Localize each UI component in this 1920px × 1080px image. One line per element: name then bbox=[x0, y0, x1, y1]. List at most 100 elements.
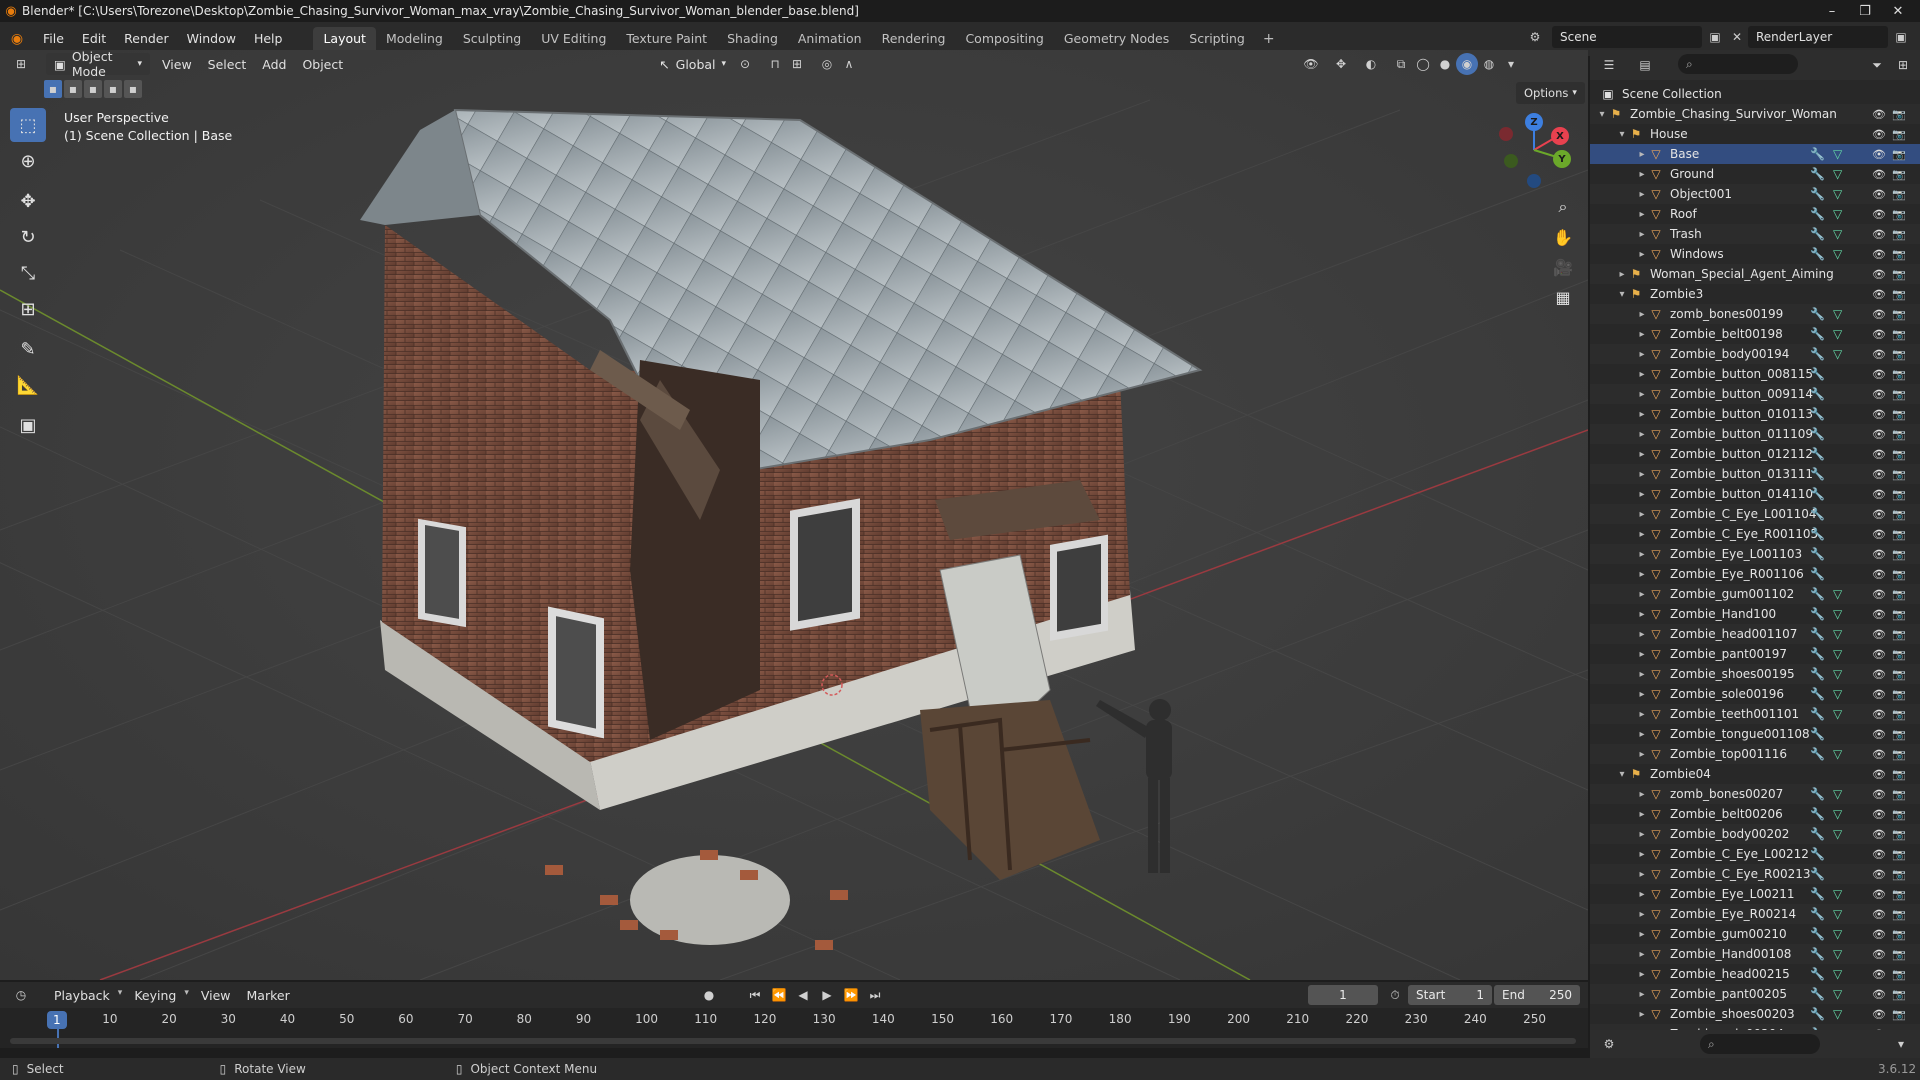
render-camera-icon[interactable]: 📷 bbox=[1892, 228, 1906, 241]
expand-right-icon[interactable]: ▸ bbox=[1636, 749, 1648, 760]
outliner-row[interactable]: ▸ ▽ Zombie_head001107 🔧 ▽ 👁 📷 bbox=[1590, 624, 1920, 644]
timeline-editor-type-icon[interactable]: ◷ bbox=[10, 984, 32, 1006]
tab-sculpting[interactable]: Sculpting bbox=[453, 27, 531, 51]
render-camera-icon[interactable]: 📷 bbox=[1892, 1008, 1906, 1021]
visibility-eye-icon[interactable]: 👁 bbox=[1872, 408, 1886, 421]
select-intersect-icon[interactable]: ▪ bbox=[124, 80, 142, 98]
visibility-eye-icon[interactable]: 👁 bbox=[1872, 428, 1886, 441]
expand-right-icon[interactable]: ▸ bbox=[1636, 349, 1648, 360]
modifier-wrench-icon[interactable]: 🔧 bbox=[1810, 687, 1825, 701]
outliner-row[interactable]: ▸ ▽ Zombie_gum00210 🔧 ▽ 👁 📷 bbox=[1590, 924, 1920, 944]
mesh-data-icon[interactable]: ▽ bbox=[1833, 887, 1842, 901]
expand-right-icon[interactable]: ▸ bbox=[1636, 329, 1648, 340]
mesh-data-icon[interactable]: ▽ bbox=[1833, 187, 1842, 201]
prev-keyframe-icon[interactable]: ⏪ bbox=[768, 984, 790, 1006]
expand-right-icon[interactable]: ▸ bbox=[1636, 969, 1648, 980]
expand-right-icon[interactable]: ▸ bbox=[1636, 889, 1648, 900]
tab-texture-paint[interactable]: Texture Paint bbox=[616, 27, 717, 51]
modifier-wrench-icon[interactable]: 🔧 bbox=[1810, 787, 1825, 801]
perspective-grid-icon[interactable]: ▦ bbox=[1550, 284, 1576, 310]
outliner-row[interactable]: ▾ ⚑ House 👁 📷 bbox=[1590, 124, 1920, 144]
visibility-eye-icon[interactable]: 👁 bbox=[1872, 368, 1886, 381]
play-reverse-icon[interactable]: ◀ bbox=[792, 984, 814, 1006]
modifier-wrench-icon[interactable]: 🔧 bbox=[1810, 407, 1825, 421]
render-camera-icon[interactable]: 📷 bbox=[1892, 928, 1906, 941]
outliner-row[interactable]: ▸ ▽ Zombie_C_Eye_L001104 🔧 👁 📷 bbox=[1590, 504, 1920, 524]
shading-solid-icon[interactable]: ● bbox=[1434, 53, 1456, 75]
expand-right-icon[interactable]: ▸ bbox=[1636, 849, 1648, 860]
outliner-row[interactable]: ▸ ▽ Zombie_button_013111 🔧 👁 📷 bbox=[1590, 464, 1920, 484]
expand-right-icon[interactable]: ▸ bbox=[1636, 569, 1648, 580]
select-invert-icon[interactable]: ▪ bbox=[104, 80, 122, 98]
mesh-data-icon[interactable]: ▽ bbox=[1833, 807, 1842, 821]
expand-right-icon[interactable]: ▸ bbox=[1636, 169, 1648, 180]
render-camera-icon[interactable]: 📷 bbox=[1892, 868, 1906, 881]
render-camera-icon[interactable]: 📷 bbox=[1892, 948, 1906, 961]
outliner-row[interactable]: ▸ ▽ Zombie_belt00198 🔧 ▽ 👁 📷 bbox=[1590, 324, 1920, 344]
modifier-wrench-icon[interactable]: 🔧 bbox=[1810, 667, 1825, 681]
modifier-wrench-icon[interactable]: 🔧 bbox=[1810, 527, 1825, 541]
expand-right-icon[interactable]: ▸ bbox=[1636, 829, 1648, 840]
expand-right-icon[interactable]: ▸ bbox=[1636, 409, 1648, 420]
render-camera-icon[interactable]: 📷 bbox=[1892, 128, 1906, 141]
visibility-eye-icon[interactable]: 👁 bbox=[1872, 208, 1886, 221]
render-camera-icon[interactable]: 📷 bbox=[1892, 788, 1906, 801]
outliner-row[interactable]: ▸ ▽ zomb_bones00207 🔧 ▽ 👁 📷 bbox=[1590, 784, 1920, 804]
outliner-row[interactable]: ▸ ▽ Trash 🔧 ▽ 👁 📷 bbox=[1590, 224, 1920, 244]
outliner-row[interactable]: ▸ ▽ Zombie_body00194 🔧 ▽ 👁 📷 bbox=[1590, 344, 1920, 364]
mesh-data-icon[interactable]: ▽ bbox=[1833, 787, 1842, 801]
stopwatch-icon[interactable]: ⏱ bbox=[1384, 984, 1406, 1006]
chevron-down-icon[interactable]: ▾ bbox=[1890, 1033, 1912, 1055]
outliner-row[interactable]: ▸ ▽ Base 🔧 ▽ 👁 📷 bbox=[1590, 144, 1920, 164]
render-camera-icon[interactable]: 📷 bbox=[1892, 168, 1906, 181]
mesh-data-icon[interactable]: ▽ bbox=[1833, 707, 1842, 721]
expand-right-icon[interactable]: ▸ bbox=[1636, 529, 1648, 540]
expand-right-icon[interactable]: ▸ bbox=[1616, 269, 1628, 280]
outliner-row[interactable]: ▸ ▽ Ground 🔧 ▽ 👁 📷 bbox=[1590, 164, 1920, 184]
overlays-icon[interactable]: ◐ bbox=[1360, 53, 1382, 75]
outliner-row[interactable]: ▸ ⚑ Woman_Special_Agent_Aiming 👁 📷 bbox=[1590, 264, 1920, 284]
visibility-eye-icon[interactable]: 👁 bbox=[1872, 548, 1886, 561]
render-camera-icon[interactable]: 📷 bbox=[1892, 888, 1906, 901]
gizmo-neg-z-icon[interactable] bbox=[1527, 174, 1541, 188]
render-camera-icon[interactable]: 📷 bbox=[1892, 968, 1906, 981]
rotate-tool-icon[interactable]: ↻ bbox=[10, 220, 46, 254]
expand-right-icon[interactable]: ▸ bbox=[1636, 869, 1648, 880]
modifier-wrench-icon[interactable]: 🔧 bbox=[1810, 867, 1825, 881]
expand-right-icon[interactable]: ▸ bbox=[1636, 649, 1648, 660]
visibility-eye-icon[interactable]: 👁 bbox=[1872, 268, 1886, 281]
expand-right-icon[interactable]: ▸ bbox=[1636, 469, 1648, 480]
outliner-row[interactable]: ▸ ▽ Zombie_Hand00108 🔧 ▽ 👁 📷 bbox=[1590, 944, 1920, 964]
add-cube-tool-icon[interactable]: ▣ bbox=[10, 408, 46, 442]
timeline-ruler[interactable]: 1 10 20 30 40 50 60 70 80 90 100 110 120 130 140 150 16… bbox=[0, 1008, 1588, 1048]
expand-right-icon[interactable]: ▸ bbox=[1636, 549, 1648, 560]
render-camera-icon[interactable]: 📷 bbox=[1892, 808, 1906, 821]
render-camera-icon[interactable]: 📷 bbox=[1892, 848, 1906, 861]
mesh-data-icon[interactable]: ▽ bbox=[1833, 747, 1842, 761]
expand-right-icon[interactable]: ▸ bbox=[1636, 909, 1648, 920]
expand-down-icon[interactable]: ▾ bbox=[1616, 289, 1628, 300]
mesh-data-icon[interactable]: ▽ bbox=[1833, 587, 1842, 601]
modifier-wrench-icon[interactable]: 🔧 bbox=[1810, 627, 1825, 641]
modifier-wrench-icon[interactable]: 🔧 bbox=[1810, 307, 1825, 321]
tab-shading[interactable]: Shading bbox=[717, 27, 788, 51]
add-workspace-button[interactable]: + bbox=[1255, 31, 1283, 47]
visibility-eye-icon[interactable]: 👁 bbox=[1872, 148, 1886, 161]
modifier-wrench-icon[interactable]: 🔧 bbox=[1810, 567, 1825, 581]
render-camera-icon[interactable]: 📷 bbox=[1892, 448, 1906, 461]
visibility-eye-icon[interactable]: 👁 bbox=[1872, 748, 1886, 761]
modifier-wrench-icon[interactable]: 🔧 bbox=[1810, 507, 1825, 521]
tab-compositing[interactable]: Compositing bbox=[955, 27, 1053, 51]
viewlayer-selector[interactable]: RenderLayer bbox=[1748, 26, 1888, 48]
visibility-eye-icon[interactable]: 👁 bbox=[1872, 948, 1886, 961]
outliner-row[interactable]: ▸ ▽ Zombie_top001116 🔧 ▽ 👁 📷 bbox=[1590, 744, 1920, 764]
outliner-row[interactable]: ▸ ▽ Zombie_Hand100 🔧 ▽ 👁 📷 bbox=[1590, 604, 1920, 624]
visibility-eye-icon[interactable]: 👁 bbox=[1872, 868, 1886, 881]
visibility-eye-icon[interactable]: 👁 bbox=[1872, 648, 1886, 661]
render-camera-icon[interactable]: 📷 bbox=[1892, 108, 1906, 121]
render-camera-icon[interactable]: 📷 bbox=[1892, 728, 1906, 741]
navigation-gizmo[interactable]: Z X Y bbox=[1494, 110, 1574, 190]
visibility-eye-icon[interactable]: 👁 bbox=[1872, 528, 1886, 541]
visibility-eye-icon[interactable]: 👁 bbox=[1872, 448, 1886, 461]
shading-material-icon[interactable]: ◉ bbox=[1456, 53, 1479, 75]
